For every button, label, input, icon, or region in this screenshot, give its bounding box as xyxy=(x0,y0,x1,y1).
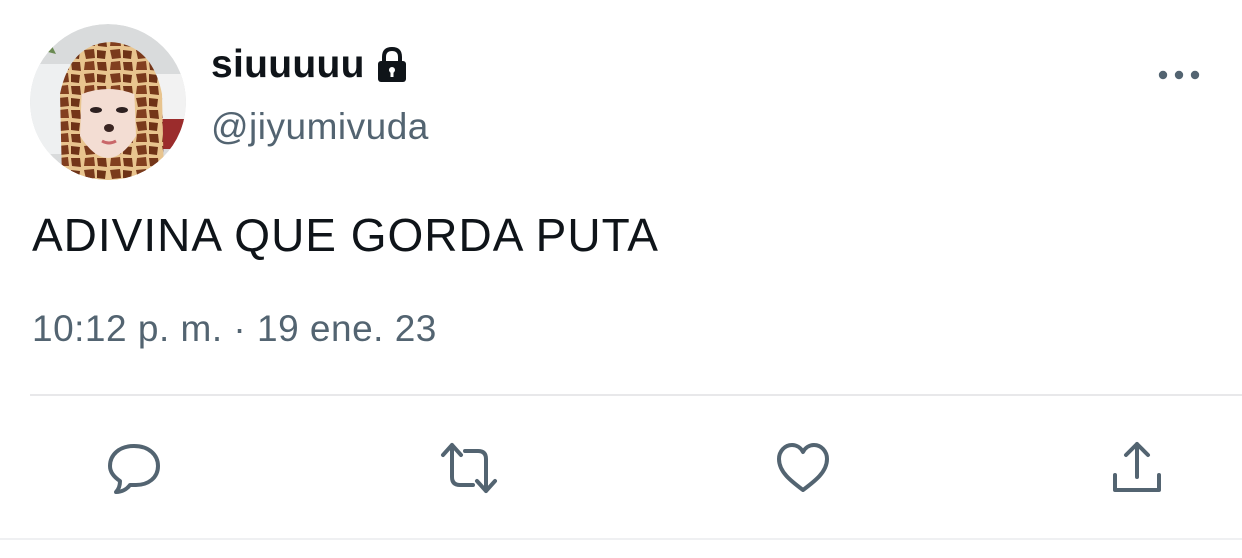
tweet-timestamp[interactable]: 10:12 p. m. · 19 ene. 23 xyxy=(32,308,437,350)
tweet-date: 19 ene. 23 xyxy=(257,308,437,349)
meta-separator: · xyxy=(233,308,247,349)
avatar[interactable] xyxy=(30,24,186,180)
avatar-image xyxy=(30,24,186,180)
like-button[interactable] xyxy=(773,438,833,498)
name-row: siuuuuu xyxy=(211,40,409,90)
reply-button[interactable] xyxy=(104,438,164,498)
tweet-text: ADIVINA QUE GORDA PUTA xyxy=(32,209,659,261)
display-name[interactable]: siuuuuu xyxy=(211,43,365,87)
bottom-divider xyxy=(0,538,1242,540)
tweet-time: 10:12 p. m. xyxy=(32,308,223,349)
reply-icon xyxy=(108,444,160,494)
share-icon xyxy=(1113,442,1161,492)
more-options-icon[interactable] xyxy=(1156,58,1202,92)
retweet-icon xyxy=(441,443,497,493)
lock-icon xyxy=(375,46,409,84)
divider xyxy=(30,394,1242,396)
user-handle[interactable]: @jiyumivuda xyxy=(211,106,429,148)
retweet-button[interactable] xyxy=(439,438,499,498)
like-icon xyxy=(777,443,829,492)
share-button[interactable] xyxy=(1107,438,1167,498)
